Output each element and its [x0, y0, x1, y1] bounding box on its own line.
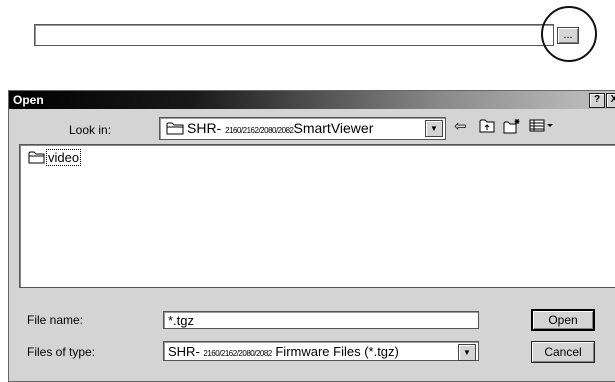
list-item[interactable]: video — [28, 149, 82, 166]
dialog-title: Open — [13, 93, 44, 107]
file-list[interactable]: video — [19, 144, 615, 288]
file-type-label: Files of type: — [27, 345, 96, 359]
open-dialog: Open ? X Look in: SHR- 2160/2162/2080/20… — [8, 90, 615, 382]
open-button[interactable]: Open — [531, 309, 595, 331]
chevron-down-icon[interactable]: ▼ — [425, 120, 443, 137]
look-in-label: Look in: — [69, 123, 112, 137]
chevron-down-icon[interactable]: ▼ — [458, 344, 476, 361]
up-folder-icon[interactable] — [479, 118, 495, 138]
look-in-dropdown[interactable]: SHR- 2160/2162/2080/2082SmartViewer ▼ — [159, 117, 446, 140]
file-name-label: File name: — [27, 313, 84, 327]
new-folder-icon[interactable] — [503, 118, 521, 139]
folder-icon — [28, 151, 45, 164]
view-menu-icon[interactable] — [529, 118, 555, 137]
firmware-path-input[interactable] — [34, 24, 554, 46]
back-icon[interactable]: ⇦ — [454, 118, 467, 136]
file-name-input[interactable]: *.tgz — [163, 311, 479, 329]
look-in-value: SHR- 2160/2162/2080/2082SmartViewer — [187, 120, 374, 136]
help-button[interactable]: ? — [589, 93, 605, 108]
cancel-button[interactable]: Cancel — [531, 341, 595, 363]
file-type-dropdown[interactable]: SHR- 2160/2162/2080/2082 Firmware Files … — [163, 341, 479, 361]
file-item-label: video — [46, 149, 82, 166]
folder-icon — [166, 122, 184, 135]
browse-highlight-circle — [541, 6, 597, 62]
dialog-titlebar: Open — [9, 91, 615, 109]
close-button[interactable]: X — [606, 93, 615, 108]
file-type-value: SHR- 2160/2162/2080/2082 Firmware Files … — [168, 344, 399, 359]
